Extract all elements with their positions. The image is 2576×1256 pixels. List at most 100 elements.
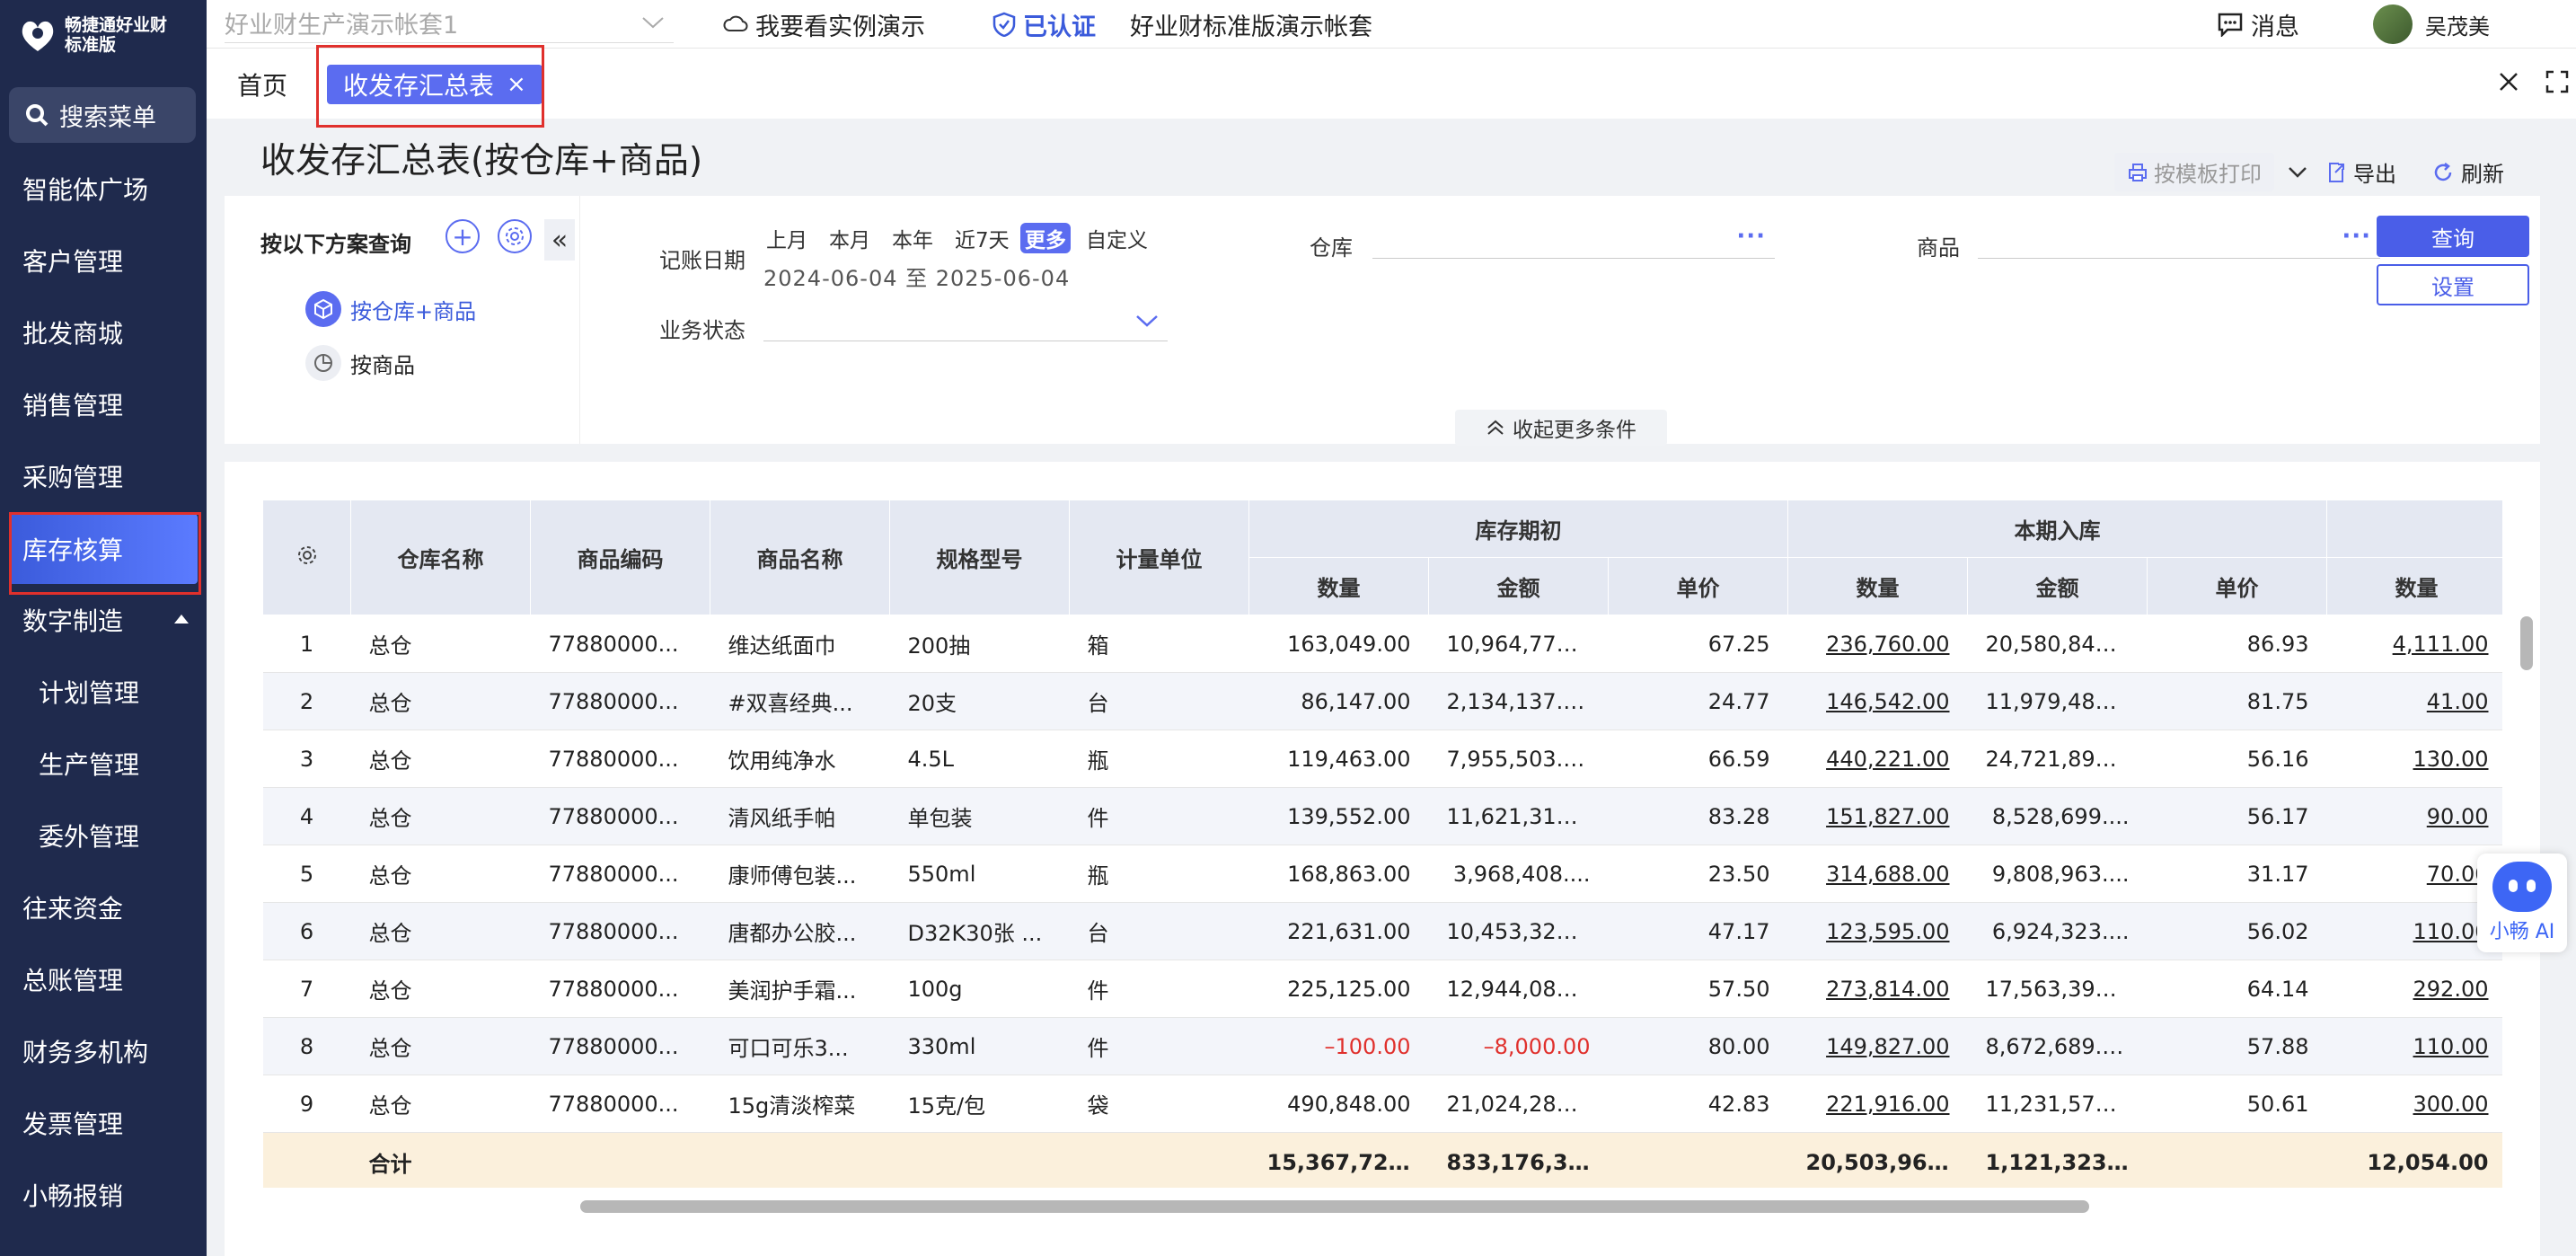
messages-button[interactable]: 消息	[2217, 0, 2299, 49]
chevron-down-icon[interactable]	[2287, 165, 2308, 180]
cell-q3[interactable]: 4,111.00	[2326, 615, 2502, 673]
brand-logo[interactable]: 畅捷通好业财 标准版	[0, 0, 207, 70]
sidebar-item-planning[interactable]: 计划管理	[0, 656, 207, 728]
cell-iq[interactable]: 123,595.00	[1787, 902, 1968, 960]
sidebar-item-outsourcing[interactable]: 委外管理	[0, 800, 207, 871]
table-row[interactable]: 4 总仓 77880000... 清风纸手帕 单包装 件 139,552.00 11,621,…	[262, 787, 2502, 845]
cell-q3[interactable]: 300.00	[2326, 1075, 2502, 1133]
sidebar-item-expense[interactable]: 小畅报销	[0, 1159, 207, 1231]
table-row[interactable]: 3 总仓 77880000... 饮用纯净水 4.5L 瓶 119,463.00 7,955,…	[262, 730, 2502, 788]
sidebar-item-inventory[interactable]: 库存核算	[9, 514, 198, 584]
query-button[interactable]: 查询	[2377, 216, 2529, 257]
close-tab-icon[interactable]: ×	[507, 71, 526, 98]
more-icon[interactable]: ···	[2342, 223, 2371, 250]
cell-iq[interactable]: 151,827.00	[1787, 787, 1968, 845]
table-row[interactable]: 7 总仓 77880000... 美润护手霜... 100g 件 225,125.00 12,…	[262, 960, 2502, 1018]
column-header[interactable]: 计量单位	[1069, 500, 1249, 615]
column-header[interactable]: 规格型号	[889, 500, 1070, 615]
warehouse-input[interactable]: ···	[1372, 219, 1775, 259]
chip-more[interactable]: 更多	[1020, 223, 1071, 253]
cell-iq[interactable]: 273,814.00	[1787, 960, 1968, 1018]
search-menu-button[interactable]: 搜索菜单	[9, 87, 196, 143]
horizontal-scrollbar[interactable]	[580, 1200, 2089, 1213]
sidebar-item-production[interactable]: 生产管理	[0, 728, 207, 800]
cell-spec: 100g	[889, 960, 1070, 1018]
scheme-item-warehouse-product[interactable]: 按仓库+商品	[305, 291, 476, 327]
cell-q3[interactable]: 70.00	[2326, 845, 2502, 903]
account-select[interactable]: 好业财生产演示帐套1	[225, 4, 674, 43]
cell-q3[interactable]: 130.00	[2326, 730, 2502, 788]
cell-iq[interactable]: 440,221.00	[1787, 730, 1968, 788]
verified-badge[interactable]: 已认证	[992, 0, 1096, 49]
cell-iq[interactable]: 146,542.00	[1787, 672, 1968, 730]
tab-home[interactable]: 首页	[237, 66, 287, 102]
column-header[interactable]: 数量	[2326, 557, 2502, 615]
cell-q3[interactable]: 292.00	[2326, 960, 2502, 1018]
column-header[interactable]: 数量	[1787, 557, 1968, 615]
sidebar-item-multi-org[interactable]: 财务多机构	[0, 1015, 207, 1087]
fullscreen-icon[interactable]	[2545, 70, 2569, 93]
chip-last-7-days[interactable]: 近7天	[950, 223, 1014, 253]
cell-q3[interactable]: 41.00	[2326, 672, 2502, 730]
table-row[interactable]: 5 总仓 77880000... 康师傅包装... 550ml 瓶 168,863.00 3,…	[262, 845, 2502, 903]
collapse-left-icon[interactable]: «	[544, 219, 575, 261]
user-menu[interactable]: 吴茂美	[2373, 0, 2490, 49]
column-header[interactable]: 金额	[1967, 557, 2148, 615]
column-header[interactable]: 单价	[2147, 557, 2327, 615]
vertical-scrollbar[interactable]	[2520, 616, 2533, 670]
chip-last-month[interactable]: 上月	[762, 223, 812, 253]
cell-q3[interactable]: 110.00	[2326, 902, 2502, 960]
gear-icon[interactable]	[498, 219, 532, 253]
add-scheme-icon[interactable]: +	[446, 219, 480, 253]
demo-link[interactable]: 我要看实例演示	[723, 0, 925, 49]
date-range[interactable]: 2024-06-04 至 2025-06-04	[763, 261, 1070, 292]
cell-iq[interactable]: 314,688.00	[1787, 845, 1968, 903]
settings-button[interactable]: 设置	[2377, 264, 2529, 305]
table-row[interactable]: 8 总仓 77880000... 可口可乐3... 330ml 件 –100.00 –8,00…	[262, 1017, 2502, 1075]
chip-custom[interactable]: 自定义	[1081, 223, 1152, 253]
status-select[interactable]	[763, 302, 1168, 341]
column-settings[interactable]	[262, 500, 351, 615]
chip-this-month[interactable]: 本月	[825, 223, 875, 253]
product-input[interactable]: ···	[1978, 219, 2380, 259]
more-icon[interactable]: ···	[1736, 223, 1766, 250]
collapse-more-button[interactable]: 收起更多条件	[1455, 410, 1667, 446]
column-header[interactable]: 单价	[1608, 557, 1788, 615]
tab-inventory-summary[interactable]: 收发存汇总表 ×	[327, 65, 543, 104]
sidebar-item-wholesale[interactable]: 批发商城	[0, 296, 207, 368]
column-header[interactable]: 金额	[1428, 557, 1609, 615]
cell-q3[interactable]: 90.00	[2326, 787, 2502, 845]
print-template-button[interactable]: 按模板打印	[2114, 153, 2274, 191]
refresh-button[interactable]: 刷新	[2432, 156, 2504, 188]
table-row[interactable]: 6 总仓 77880000... 唐都办公胶... D32K30张 ... 台 221,63…	[262, 902, 2502, 960]
export-button[interactable]: 导出	[2326, 156, 2396, 188]
table-row[interactable]: 2 总仓 77880000... #双喜经典... 20支 台 86,147.00 2,134…	[262, 672, 2502, 730]
sidebar-item-funds[interactable]: 往来资金	[0, 871, 207, 943]
table-row[interactable]: 1 总仓 77880000... 维达纸面巾 200抽 箱 163,049.00 10,964…	[262, 615, 2502, 673]
column-header[interactable]: 商品名称	[710, 500, 890, 615]
cell-q3[interactable]: 110.00	[2326, 1017, 2502, 1075]
close-icon[interactable]	[2497, 70, 2520, 93]
cell-iq[interactable]: 236,760.00	[1787, 615, 1968, 673]
cell-iq[interactable]: 221,916.00	[1787, 1075, 1968, 1133]
cell-ia: 6,924,323....	[1967, 902, 2148, 960]
cell-value: D32K30张 ...	[907, 921, 1043, 946]
sidebar-item-ledger[interactable]: 总账管理	[0, 943, 207, 1015]
sidebar-item-agent-plaza[interactable]: 智能体广场	[0, 153, 207, 225]
sidebar-item-purchase[interactable]: 采购管理	[0, 440, 207, 512]
column-header[interactable]: 数量	[1248, 557, 1429, 615]
sidebar-item-digital-manufacturing[interactable]: 数字制造	[0, 584, 207, 656]
sidebar-item-customers[interactable]: 客户管理	[0, 225, 207, 296]
cell-iq[interactable]: 149,827.00	[1787, 1017, 1968, 1075]
sidebar-item-invoice[interactable]: 发票管理	[0, 1087, 207, 1159]
ai-assistant-button[interactable]: 小畅 AI	[2477, 854, 2567, 952]
scheme-item-product[interactable]: 按商品	[305, 345, 415, 381]
sidebar-item-label: 总账管理	[22, 966, 124, 995]
table-row[interactable]: 9 总仓 77880000... 15g清淡榨菜 15克/包 袋 490,848.00 21,…	[262, 1075, 2502, 1133]
chip-this-year[interactable]: 本年	[887, 223, 938, 253]
cell-value: 119,463.00	[1287, 746, 1411, 772]
column-header[interactable]: 仓库名称	[350, 500, 531, 615]
column-header[interactable]: 商品编码	[530, 500, 710, 615]
sidebar-item-sales[interactable]: 销售管理	[0, 368, 207, 440]
cell-value: 23.50	[1707, 861, 1770, 887]
